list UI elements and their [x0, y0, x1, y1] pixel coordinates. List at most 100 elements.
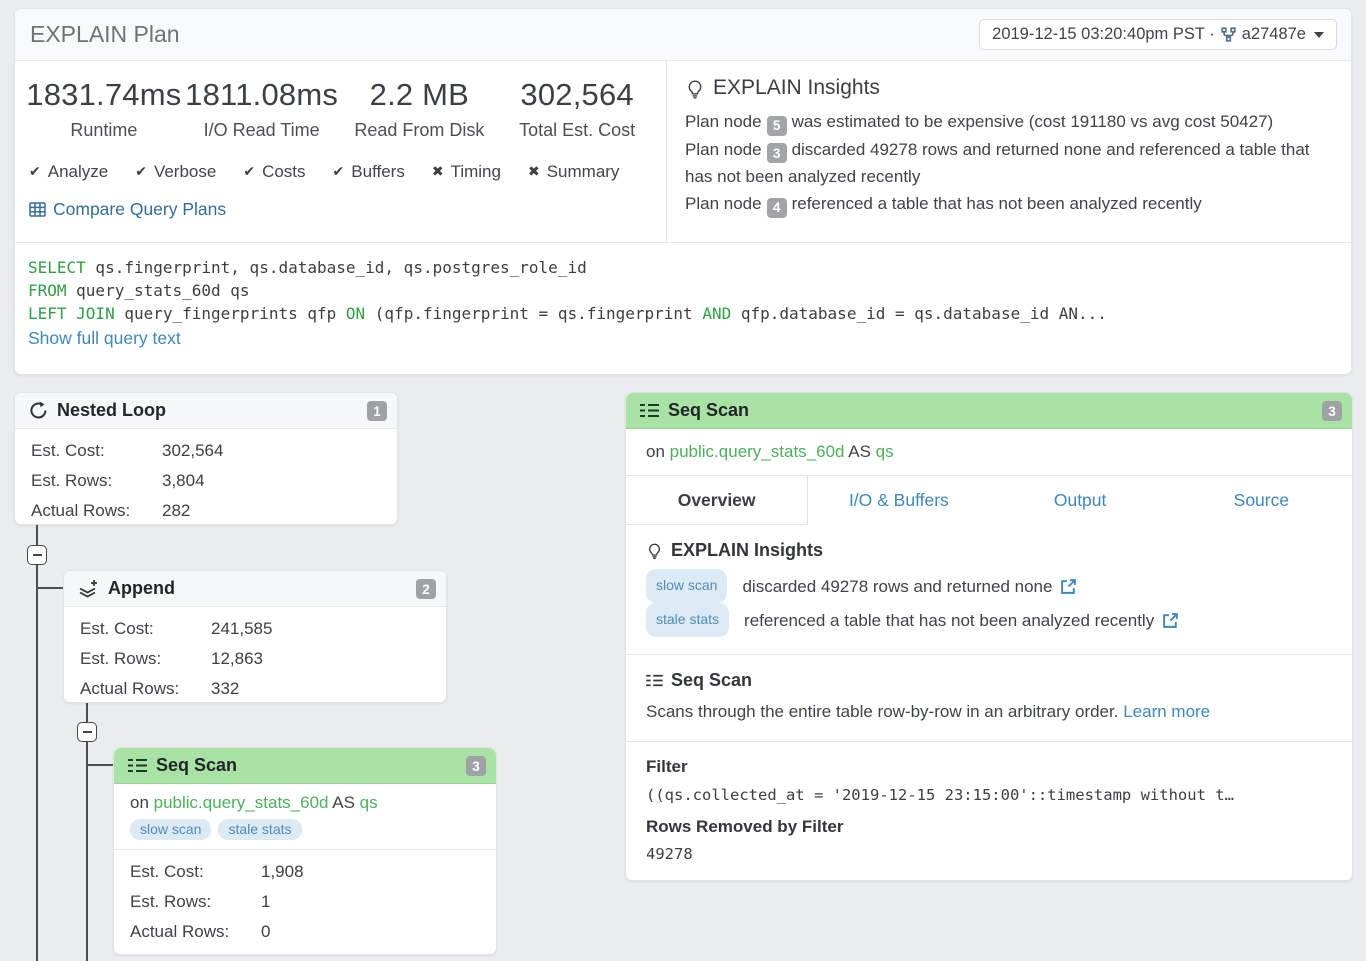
stat-row-value: 241,585: [211, 614, 272, 644]
option-verbose: ✔ Verbose: [135, 162, 216, 182]
tab-output[interactable]: Output: [990, 476, 1171, 525]
stat-value: 1831.74ms: [25, 77, 183, 113]
node-header: Append 2: [64, 571, 446, 607]
stat-row-value: 282: [162, 496, 190, 526]
stat-label: Total Est. Cost: [498, 120, 656, 141]
stat-row-value: 1: [261, 887, 270, 917]
insight-prefix: Plan node: [685, 194, 762, 213]
node-header: Nested Loop 1: [15, 393, 397, 429]
stat-value: 2.2 MB: [341, 77, 499, 113]
sql-keyword: LEFT JOIN: [28, 304, 115, 323]
as-keyword: AS: [328, 793, 359, 812]
detail-insights-heading: EXPLAIN Insights: [646, 540, 1332, 561]
stat-row-value: 0: [261, 917, 270, 947]
option-summary: ✖ Summary: [528, 162, 619, 182]
alias-link[interactable]: qs: [876, 442, 894, 461]
option-analyze: ✔ Analyze: [29, 162, 108, 182]
relation-line: on public.query_stats_60d AS qs: [130, 793, 480, 813]
insight-item: Plan node4referenced a table that has no…: [685, 190, 1333, 218]
show-full-query-link[interactable]: Show full query text: [28, 328, 181, 349]
cross-icon: ✖: [432, 164, 444, 180]
lightbulb-icon: [685, 78, 705, 99]
filter-heading: Filter: [646, 757, 1332, 777]
collapse-node-toggle[interactable]: [77, 722, 97, 742]
tab-source[interactable]: Source: [1171, 476, 1352, 525]
insight-item: Plan node3discarded 49278 rows and retur…: [685, 136, 1333, 191]
node-stat-row: Est. Rows:3,804: [31, 466, 381, 496]
node-detail-panel: Seq Scan 3 on public.query_stats_60d AS …: [625, 392, 1353, 881]
detail-header: Seq Scan 3: [626, 393, 1352, 429]
option-label: Costs: [262, 162, 305, 182]
snapshot-selector-button[interactable]: 2019-12-15 03:20:40pm PST · a27487e: [979, 19, 1337, 50]
node-stat-row: Actual Rows:332: [80, 674, 430, 704]
check-icon: ✔: [333, 164, 345, 180]
stat-row-label: Actual Rows:: [31, 496, 162, 526]
external-link-icon[interactable]: [1162, 612, 1179, 629]
plan-node-seq-scan[interactable]: Seq Scan 3 on public.query_stats_60d AS …: [113, 747, 497, 955]
node-stat-row: Est. Rows:1: [130, 887, 480, 917]
option-label: Buffers: [351, 162, 405, 182]
tree-connector-vertical: [36, 525, 38, 961]
tag-stale-stats: stale stats: [218, 819, 301, 840]
collapse-node-toggle[interactable]: [27, 545, 47, 565]
chevron-down-icon: [1314, 32, 1324, 38]
plan-node-nested-loop[interactable]: Nested Loop 1 Est. Cost:302,564 Est. Row…: [14, 392, 398, 525]
stat-io-read-time: 1811.08ms I/O Read Time: [183, 77, 341, 141]
description-text: Scans through the entire table row-by-ro…: [646, 702, 1118, 721]
stat-value: 302,564: [498, 77, 656, 113]
sql-keyword: ON: [346, 304, 365, 323]
plan-node-badge[interactable]: 5: [767, 116, 787, 136]
node-stat-row: Est. Rows:12,863: [80, 644, 430, 674]
detail-insight-item: slow scan discarded 49278 rows and retur…: [646, 569, 1332, 603]
node-description-section: Seq Scan Scans through the entire table …: [626, 654, 1352, 741]
stat-label: Runtime: [25, 120, 183, 141]
card-header: EXPLAIN Plan 2019-12-15 03:20:40pm PST ·…: [15, 9, 1351, 61]
sql-text: query_stats_60d qs: [67, 281, 250, 300]
node-stats: Est. Cost:241,585 Est. Rows:12,863 Actua…: [64, 607, 446, 704]
stat-row-label: Actual Rows:: [80, 674, 211, 704]
learn-more-link[interactable]: Learn more: [1123, 702, 1210, 721]
plan-node-badge[interactable]: 4: [767, 198, 787, 218]
append-icon: [78, 579, 99, 598]
tree-connector-horizontal: [88, 764, 113, 766]
table-link[interactable]: public.query_stats_60d: [670, 442, 845, 461]
as-keyword: AS: [844, 442, 875, 461]
plan-summary-pane: 1831.74ms Runtime 1811.08ms I/O Read Tim…: [15, 61, 667, 242]
plan-node-append[interactable]: Append 2 Est. Cost:241,585 Est. Rows:12,…: [63, 570, 447, 703]
node-stat-row: Actual Rows:282: [31, 496, 381, 526]
compare-link-label: Compare Query Plans: [53, 199, 226, 220]
node-number-badge: 1: [367, 401, 387, 421]
tree-connector-horizontal: [38, 587, 63, 589]
query-text-block: SELECT qs.fingerprint, qs.database_id, q…: [15, 242, 1351, 349]
table-grid-icon: [29, 202, 46, 217]
option-buffers: ✔ Buffers: [333, 162, 405, 182]
page-title: EXPLAIN Plan: [30, 21, 180, 48]
sql-keyword: FROM: [28, 281, 67, 300]
table-link[interactable]: public.query_stats_60d: [154, 793, 329, 812]
tab-overview[interactable]: Overview: [626, 476, 808, 525]
stat-label: Read From Disk: [341, 120, 499, 141]
tab-io-buffers[interactable]: I/O & Buffers: [808, 476, 989, 525]
on-prefix: on: [646, 442, 670, 461]
explain-options-row: ✔ Analyze ✔ Verbose ✔ Costs ✔ Buffers: [29, 162, 656, 182]
option-timing: ✖ Timing: [432, 162, 501, 182]
plan-node-badge[interactable]: 3: [767, 143, 787, 163]
node-title: Append: [108, 578, 175, 599]
node-stat-row: Est. Cost:241,585: [80, 614, 430, 644]
node-number-badge: 3: [1322, 401, 1342, 421]
on-prefix: on: [130, 793, 154, 812]
stat-row-value: 332: [211, 674, 239, 704]
node-tags: slow scanstale stats: [130, 819, 480, 840]
stat-row-label: Est. Cost:: [130, 857, 261, 887]
external-link-icon[interactable]: [1060, 578, 1077, 595]
option-label: Summary: [547, 162, 620, 182]
alias-link[interactable]: qs: [360, 793, 378, 812]
stat-read-from-disk: 2.2 MB Read From Disk: [341, 77, 499, 141]
snapshot-timestamp: 2019-12-15 03:20:40pm PST ·: [992, 25, 1215, 44]
node-stats: Est. Cost:1,908 Est. Rows:1 Actual Rows:…: [114, 850, 496, 947]
node-stat-row: Est. Cost:1,908: [130, 857, 480, 887]
seq-scan-icon: [128, 758, 147, 773]
compare-query-plans-link[interactable]: Compare Query Plans: [29, 199, 656, 220]
insight-text: was estimated to be expensive (cost 1911…: [792, 112, 1274, 131]
sql-keyword: AND: [702, 304, 731, 323]
